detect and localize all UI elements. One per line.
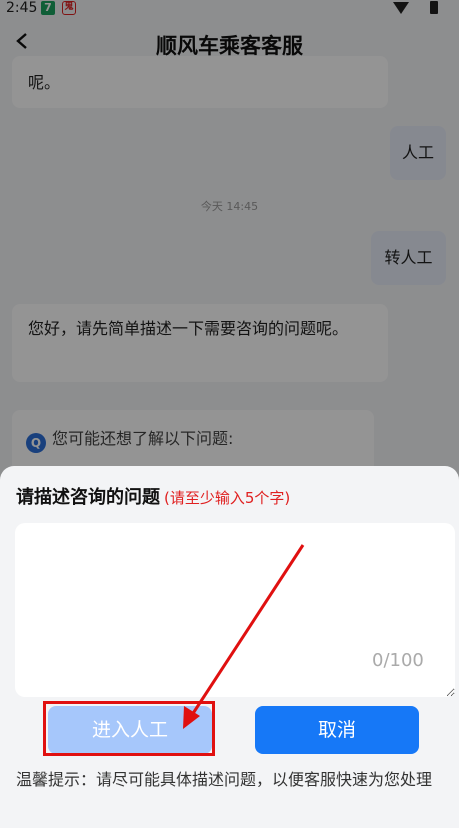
annotation-arrow-icon: [183, 544, 305, 729]
